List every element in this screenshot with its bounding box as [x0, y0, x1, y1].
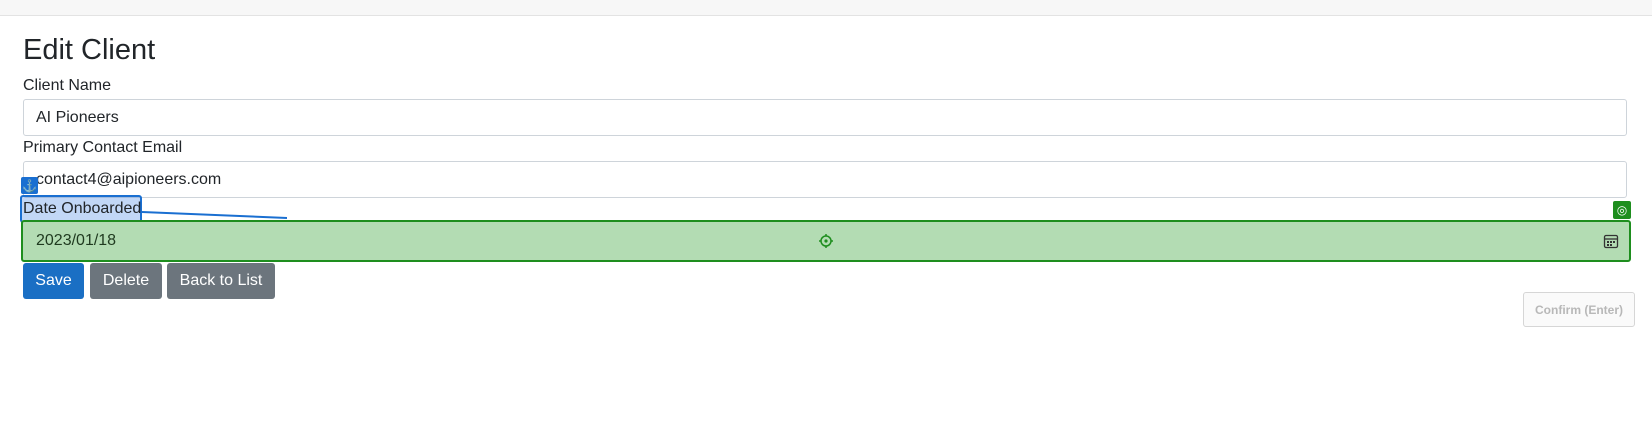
client-name-input[interactable]	[23, 99, 1627, 136]
anchor-icon: ⚓	[21, 177, 38, 194]
client-name-label: Client Name	[23, 77, 112, 94]
email-label: Primary Contact Email	[23, 139, 183, 156]
top-bar	[0, 0, 1652, 16]
back-to-list-button[interactable]: Back to List	[167, 263, 275, 299]
target-badge-icon: ◎	[1613, 201, 1631, 219]
date-value: 2023/01/18	[36, 232, 117, 249]
confirm-button[interactable]: Confirm (Enter)	[1523, 292, 1635, 327]
crosshair-icon	[819, 234, 833, 248]
save-button[interactable]: Save	[23, 263, 84, 299]
page-title: Edit Client	[23, 34, 156, 66]
delete-button[interactable]: Delete	[90, 263, 162, 299]
date-onboarded-input[interactable]: 2023/01/18	[21, 220, 1631, 262]
calendar-icon[interactable]	[1603, 233, 1619, 249]
date-onboarded-label: Date Onboarded	[23, 200, 142, 217]
email-input[interactable]	[23, 161, 1627, 198]
